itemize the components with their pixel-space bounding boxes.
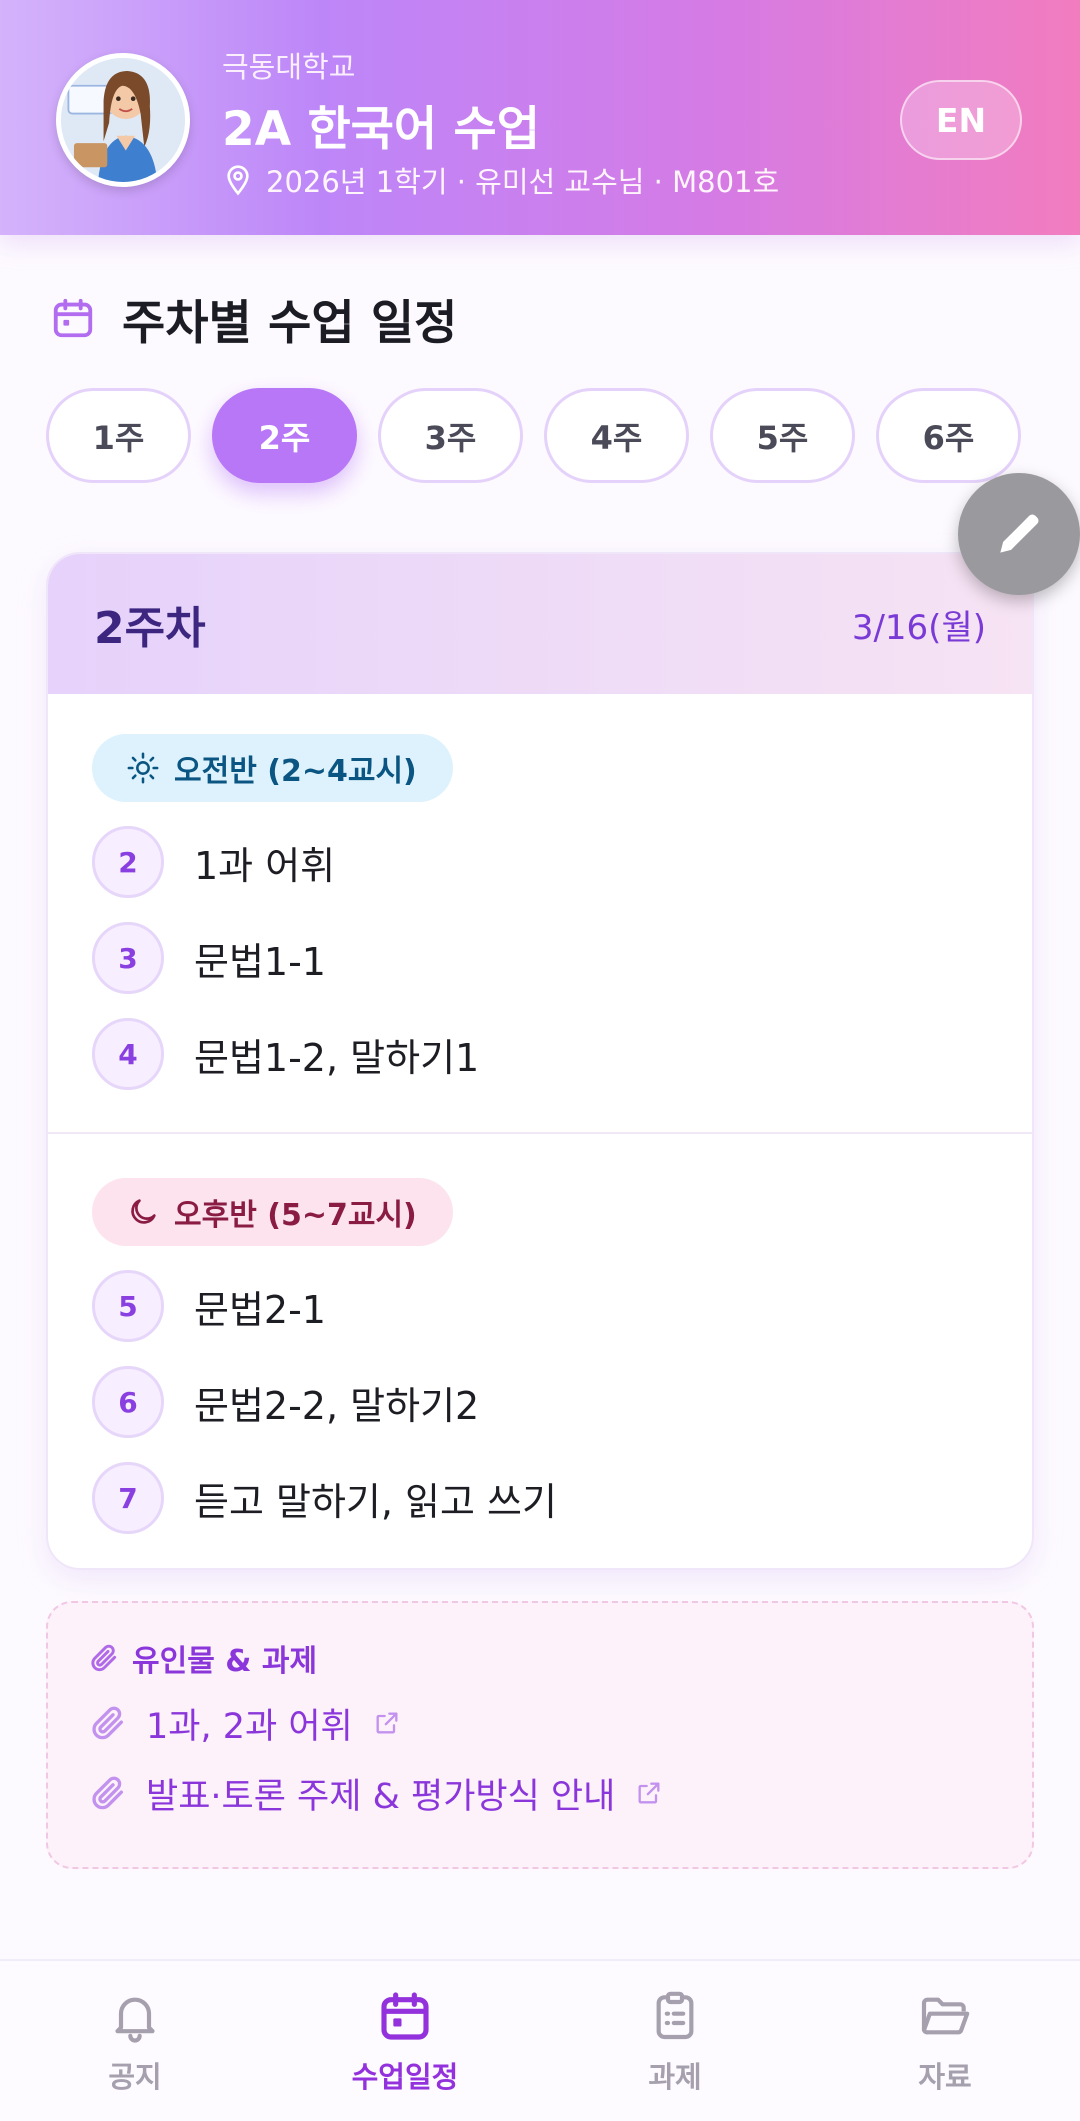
week-card-header: 2주차 3/16(월) bbox=[48, 554, 1032, 694]
nav-item-label: 수업일정 bbox=[351, 2060, 459, 2094]
week-label: 2주차 bbox=[94, 603, 206, 654]
nav-item-label: 과제 bbox=[648, 2060, 702, 2094]
paperclip-icon bbox=[92, 1706, 124, 1740]
lesson-item: 4 문법1-2, 말하기1 bbox=[92, 1018, 988, 1090]
lesson-title: 문법2-2, 말하기2 bbox=[194, 1383, 480, 1428]
period-number: 4 bbox=[92, 1018, 164, 1090]
nav-item-label: 공지 bbox=[108, 2060, 162, 2094]
period-number: 7 bbox=[92, 1462, 164, 1534]
lesson-item: 6 문법2-2, 말하기2 bbox=[92, 1366, 988, 1438]
lesson-item: 3 문법1-1 bbox=[92, 922, 988, 994]
calendar-icon bbox=[53, 298, 93, 338]
lesson-item: 7 듣고 말하기, 읽고 쓰기 bbox=[92, 1462, 988, 1534]
calendar-icon bbox=[381, 1992, 429, 2040]
external-link-icon bbox=[638, 1782, 660, 1804]
section-header: 주차별 수업 일정 bbox=[50, 288, 457, 351]
lesson-item: 2 1과 어휘 bbox=[92, 826, 988, 898]
morning-session: 오전반 (2~4교시) 2 1과 어휘 3 문법1-1 4 문법1-2, 말하기… bbox=[48, 694, 1032, 1134]
morning-badge-label: 오전반 (2~4교시) bbox=[174, 754, 417, 789]
tab-week-5[interactable]: 5주 bbox=[710, 388, 855, 483]
lesson-item: 5 문법2-1 bbox=[92, 1270, 988, 1342]
course-meta-text: 2026년 1학기 · 유미선 교수님 · M801호 bbox=[266, 165, 780, 199]
material-link[interactable]: 1과, 2과 어휘 bbox=[88, 1693, 992, 1753]
app-header: 극동대학교 2A 한국어 수업 2026년 1학기 · 유미선 교수님 · M8… bbox=[0, 0, 1080, 235]
lesson-title: 1과 어휘 bbox=[194, 843, 336, 888]
avatar bbox=[56, 53, 190, 187]
moon-icon bbox=[131, 1199, 156, 1224]
tab-week-4[interactable]: 4주 bbox=[544, 388, 689, 483]
afternoon-badge: 오후반 (5~7교시) bbox=[92, 1178, 453, 1246]
teacher-avatar-illustration bbox=[61, 58, 185, 182]
week-schedule-card: 2주차 3/16(월) 오전반 (2~4교시) 2 1과 어휘 3 문법1-1 bbox=[46, 552, 1034, 1570]
tab-week-1[interactable]: 1주 bbox=[46, 388, 191, 483]
tab-week-6[interactable]: 6주 bbox=[876, 388, 1021, 483]
folder-icon bbox=[921, 1997, 970, 2035]
week-tabs: 1주 2주 3주 4주 5주 6주 bbox=[46, 388, 1026, 483]
bottom-nav: 공지 수업일정 과제 자료 bbox=[0, 1959, 1080, 2121]
nav-item-notice[interactable]: 공지 bbox=[0, 1961, 270, 2121]
nav-item-materials[interactable]: 자료 bbox=[810, 1961, 1080, 2121]
section-title: 주차별 수업 일정 bbox=[122, 295, 458, 351]
nav-item-assignments[interactable]: 과제 bbox=[540, 1961, 810, 2121]
afternoon-badge-label: 오후반 (5~7교시) bbox=[174, 1198, 417, 1233]
period-number: 6 bbox=[92, 1366, 164, 1438]
period-number: 3 bbox=[92, 922, 164, 994]
bell-icon bbox=[115, 1997, 155, 2043]
lesson-title: 문법2-1 bbox=[194, 1287, 326, 1332]
morning-badge: 오전반 (2~4교시) bbox=[92, 734, 453, 802]
materials-box: 유인물 & 과제 1과, 2과 어휘 발표·토론 주제 & 평가방식 안내 bbox=[46, 1601, 1034, 1869]
lesson-title: 문법1-1 bbox=[194, 939, 326, 984]
afternoon-session: 오후반 (5~7교시) 5 문법2-1 6 문법2-2, 말하기2 7 듣고 말… bbox=[48, 1134, 1032, 1568]
pencil-icon bbox=[1000, 514, 1039, 553]
period-number: 5 bbox=[92, 1270, 164, 1342]
paperclip-icon bbox=[91, 1644, 117, 1672]
sun-icon bbox=[127, 752, 159, 784]
period-number: 2 bbox=[92, 826, 164, 898]
lesson-title: 문법1-2, 말하기1 bbox=[194, 1035, 480, 1080]
location-pin-icon bbox=[227, 165, 249, 196]
materials-title: 유인물 & 과제 bbox=[132, 1644, 318, 1679]
materials-header: 유인물 & 과제 bbox=[88, 1633, 992, 1683]
material-link[interactable]: 발표·토론 주제 & 평가방식 안내 bbox=[88, 1763, 992, 1823]
material-link-label: 발표·토론 주제 & 평가방식 안내 bbox=[146, 1776, 616, 1817]
school-name: 극동대학교 bbox=[222, 50, 356, 84]
week-date: 3/16(월) bbox=[851, 607, 986, 648]
lesson-title: 듣고 말하기, 읽고 쓰기 bbox=[194, 1479, 557, 1524]
language-toggle-button[interactable]: EN bbox=[900, 80, 1022, 160]
edit-button[interactable] bbox=[958, 473, 1080, 595]
clipboard-icon bbox=[656, 1991, 694, 2040]
material-link-label: 1과, 2과 어휘 bbox=[146, 1706, 353, 1747]
nav-item-label: 자료 bbox=[918, 2060, 972, 2094]
nav-item-schedule[interactable]: 수업일정 bbox=[270, 1961, 540, 2121]
course-meta: 2026년 1학기 · 유미선 교수님 · M801호 bbox=[222, 160, 779, 200]
external-link-icon bbox=[376, 1712, 398, 1734]
tab-week-2[interactable]: 2주 bbox=[212, 388, 357, 483]
course-title: 2A 한국어 수업 bbox=[222, 102, 541, 157]
tab-week-3[interactable]: 3주 bbox=[378, 388, 523, 483]
paperclip-icon bbox=[92, 1776, 124, 1810]
